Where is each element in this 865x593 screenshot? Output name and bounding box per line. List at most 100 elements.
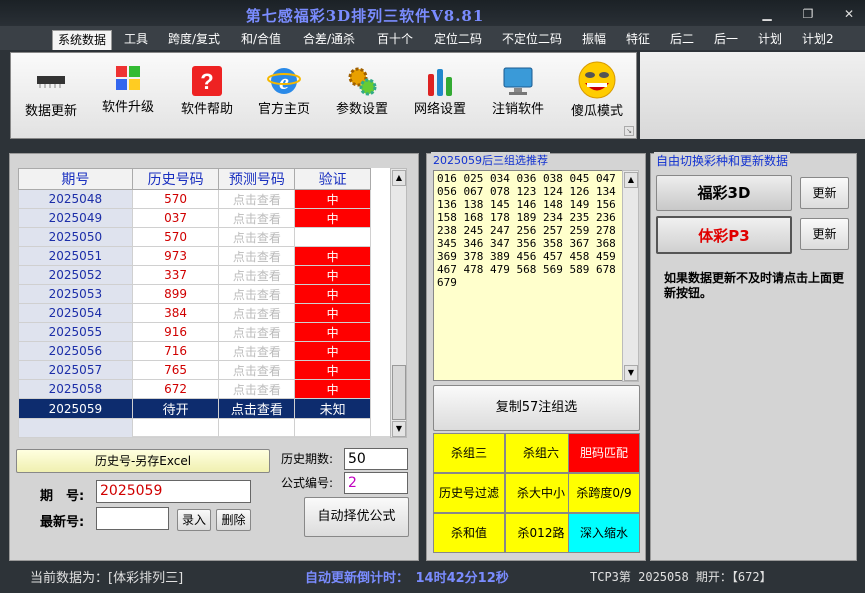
predict-link[interactable]: 点击查看 (218, 246, 296, 266)
predict-link[interactable]: 点击查看 (218, 303, 296, 323)
empty-cell (18, 418, 133, 438)
table-row[interactable]: 2025053 899 点击查看中 (18, 284, 371, 304)
predict-link[interactable]: 点击查看 (218, 227, 296, 247)
table-row-pending[interactable]: 2025059 待开 点击查看 未知 (18, 398, 371, 419)
verify-cell: 中 (294, 265, 371, 285)
scroll-down-icon[interactable]: ▼ (392, 421, 406, 437)
predict-link[interactable]: 点击查看 (218, 265, 296, 285)
latest-input[interactable] (96, 507, 169, 530)
predict-link[interactable]: 点击查看 (218, 398, 296, 419)
ribbon-expand-icon[interactable]: ↘ (624, 126, 634, 136)
table-row[interactable]: 2025055 916 点击查看中 (18, 322, 371, 342)
recommend-scrollbar[interactable]: ▲ ▼ (622, 170, 639, 382)
menu-digits[interactable]: 百十个 (372, 30, 418, 50)
history-grid: 期号 历史号码 预测号码 验证 2025048 570 点击查看中 2025049 03… (18, 168, 391, 438)
network-settings-label: 网络设置 (413, 102, 466, 117)
history-cell: 716 (131, 341, 220, 361)
col-header-history[interactable]: 历史号码 (131, 168, 220, 190)
table-row[interactable]: 2025051 973 点击查看中 (18, 246, 371, 266)
kill-group6-button[interactable]: 杀组六 (505, 433, 577, 473)
predict-link[interactable]: 点击查看 (218, 284, 296, 304)
deep-shrink-button[interactable]: 深入缩水 (568, 513, 640, 553)
kill-012-button[interactable]: 杀012路 (505, 513, 577, 553)
minimize-icon[interactable]: ▁ (756, 6, 778, 22)
table-row[interactable]: 2025049 037 点击查看中 (18, 208, 371, 228)
export-excel-button[interactable]: 历史号-另存Excel (16, 449, 270, 473)
param-settings-label: 参数设置 (335, 102, 388, 117)
menu-tools[interactable]: 工具 (119, 30, 153, 50)
menu-amplitude[interactable]: 振幅 (577, 30, 611, 50)
network-settings-button[interactable]: 网络设置 (407, 64, 473, 117)
menu-last2[interactable]: 后二 (665, 30, 699, 50)
recommend-numbers-text[interactable]: 016 025 034 036 038 045 047 056 067 078 … (433, 170, 623, 381)
menu-diff[interactable]: 合差/通杀 (298, 30, 360, 50)
kill-span-button[interactable]: 杀跨度0/9 (568, 473, 640, 513)
period-cell: 2025059 (18, 398, 133, 419)
menu-last1[interactable]: 后一 (709, 30, 743, 50)
col-header-period[interactable]: 期号 (18, 168, 133, 190)
fool-mode-button[interactable]: 傻瓜模式 (563, 60, 631, 119)
scroll-thumb[interactable] (392, 365, 406, 420)
period-input[interactable]: 2025059 (96, 480, 251, 503)
menu-plan2[interactable]: 计划2 (797, 30, 839, 50)
history-cell: 待开 (131, 398, 220, 419)
history-filter-button[interactable]: 历史号过滤 (433, 473, 505, 513)
update-tcp3-button[interactable]: 更新 (800, 218, 849, 250)
kill-sum-button[interactable]: 杀和值 (433, 513, 505, 553)
menu-nonpos2[interactable]: 不定位二码 (497, 30, 567, 50)
formula-input[interactable]: 2 (344, 472, 408, 494)
table-row[interactable]: 2025054 384 点击查看中 (18, 303, 371, 323)
software-upgrade-button[interactable]: 软件升级 (95, 62, 161, 115)
predict-link[interactable]: 点击查看 (218, 360, 296, 380)
menu-feature[interactable]: 特征 (621, 30, 655, 50)
table-row[interactable]: 2025058 672 点击查看中 (18, 379, 371, 399)
software-help-button[interactable]: ? 软件帮助 (174, 64, 240, 117)
hist-count-input[interactable]: 50 (344, 448, 408, 470)
predict-link[interactable]: 点击查看 (218, 189, 296, 209)
smiley-icon (576, 60, 618, 100)
kill-size-button[interactable]: 杀大中小 (505, 473, 577, 513)
col-header-predict[interactable]: 预测号码 (218, 168, 296, 190)
enter-button[interactable]: 录入 (177, 509, 211, 531)
predict-link[interactable]: 点击查看 (218, 379, 296, 399)
table-row[interactable]: 2025050 570 点击查看 (18, 227, 371, 247)
bars-icon (423, 64, 457, 98)
table-row[interactable]: 2025057 765 点击查看中 (18, 360, 371, 380)
fc3d-button[interactable]: 福彩3D (656, 175, 792, 211)
predict-link[interactable]: 点击查看 (218, 208, 296, 228)
menu-span[interactable]: 跨度/复式 (163, 30, 225, 50)
verify-cell: 中 (294, 360, 371, 380)
predict-link[interactable]: 点击查看 (218, 322, 296, 342)
menu-system-data[interactable]: 系统数据 (52, 30, 113, 50)
menu-plan[interactable]: 计划 (753, 30, 787, 50)
kill-group3-button[interactable]: 杀组三 (433, 433, 505, 473)
history-cell: 337 (131, 265, 220, 285)
table-row[interactable]: 2025048 570 点击查看中 (18, 189, 371, 209)
delete-button[interactable]: 删除 (216, 509, 251, 531)
restore-icon[interactable]: ❐ (797, 6, 819, 22)
menu-pos2[interactable]: 定位二码 (429, 30, 487, 50)
bold-match-button[interactable]: 胆码匹配 (568, 433, 640, 473)
param-settings-button[interactable]: 参数设置 (329, 64, 395, 117)
table-row[interactable]: 2025056 716 点击查看中 (18, 341, 371, 361)
period-cell: 2025051 (18, 246, 133, 266)
history-cell: 765 (131, 360, 220, 380)
menu-sum[interactable]: 和/合值 (236, 30, 286, 50)
close-icon[interactable]: ✕ (838, 6, 860, 22)
scroll-up-icon[interactable]: ▲ (392, 170, 406, 186)
col-header-verify[interactable]: 验证 (294, 168, 371, 190)
table-row[interactable]: 2025052 337 点击查看中 (18, 265, 371, 285)
grid-scrollbar[interactable]: ▲ ▼ (390, 168, 407, 438)
official-home-button[interactable]: e 官方主页 (251, 64, 317, 117)
verify-cell (294, 227, 371, 247)
predict-link[interactable]: 点击查看 (218, 341, 296, 361)
official-home-label: 官方主页 (257, 102, 310, 117)
tcp3-button[interactable]: 体彩P3 (656, 216, 792, 254)
auto-formula-button[interactable]: 自动择优公式 (304, 497, 409, 537)
scroll-up-icon[interactable]: ▲ (624, 172, 638, 188)
logout-button[interactable]: 注销软件 (485, 64, 551, 117)
data-update-button[interactable]: 数据更新 (18, 66, 84, 119)
update-fc3d-button[interactable]: 更新 (800, 177, 849, 209)
copy-groups-button[interactable]: 复制57注组选 (433, 385, 640, 431)
scroll-down-icon[interactable]: ▼ (624, 365, 638, 381)
